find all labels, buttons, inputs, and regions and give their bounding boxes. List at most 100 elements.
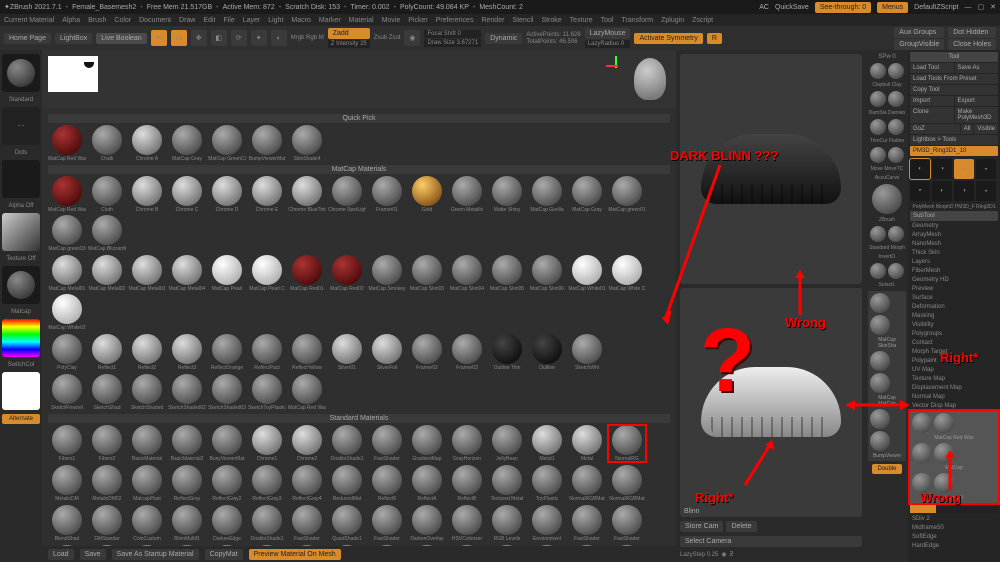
material-blendshad[interactable]: BlendShad bbox=[48, 505, 86, 542]
material-normalrg[interactable]: NormalRG bbox=[608, 425, 646, 462]
matcap-b-icon[interactable] bbox=[912, 443, 932, 463]
material-sketchtoyplastic[interactable]: SketchToyPlastic bbox=[248, 374, 286, 411]
material-reflect3[interactable]: Reflect3 bbox=[168, 334, 206, 371]
bumpvi-b-icon[interactable] bbox=[912, 473, 932, 493]
material-matcap-green01[interactable]: MatCap green01 bbox=[608, 176, 646, 213]
menu-picker[interactable]: Picker bbox=[408, 17, 427, 24]
material-jellybean[interactable]: JellyBean bbox=[488, 425, 526, 462]
zadd-button[interactable]: Zadd bbox=[328, 28, 370, 39]
bumpviewer2-icon[interactable] bbox=[870, 431, 890, 451]
material-fastshader[interactable]: FastShader bbox=[288, 505, 326, 542]
material-slot[interactable] bbox=[2, 266, 40, 304]
menu-document[interactable]: Document bbox=[139, 17, 171, 24]
saveas-startup-button[interactable]: Save As Startup Material bbox=[112, 549, 199, 560]
material-bunyviewermat[interactable]: BunyViewerMat bbox=[208, 425, 246, 462]
menu-alpha[interactable]: Alpha bbox=[62, 17, 80, 24]
material-reflectgray2[interactable]: ReflectGray2 bbox=[208, 465, 246, 502]
material-gradientmap[interactable]: GradientMap bbox=[408, 425, 446, 462]
sdiv-slider[interactable] bbox=[910, 505, 998, 513]
delete-cam-button[interactable]: Delete bbox=[726, 521, 756, 532]
lazymouse-button[interactable]: LazyMouse bbox=[585, 28, 631, 39]
movetc-brush[interactable] bbox=[888, 147, 904, 163]
material-environment[interactable]: Environment bbox=[528, 505, 566, 542]
material-metalicdm[interactable]: MetalicDM bbox=[48, 465, 86, 502]
material-darkenedge[interactable]: DarkenEdge bbox=[208, 505, 246, 542]
panel-normal-map[interactable]: Normal Map bbox=[910, 393, 998, 401]
material-fibers2[interactable]: Fibers2 bbox=[88, 425, 126, 462]
panel-vector-disp-map[interactable]: Vector Disp Map bbox=[910, 402, 998, 410]
mrgb-button[interactable]: Mrgb bbox=[291, 35, 305, 41]
material-rgb-levels[interactable]: RGB Levels bbox=[488, 505, 526, 542]
gizmo-icon[interactable]: ✦ bbox=[251, 30, 267, 46]
menu-marker[interactable]: Marker bbox=[319, 17, 341, 24]
menu-preferences[interactable]: Preferences bbox=[436, 17, 474, 24]
document-area[interactable] bbox=[42, 50, 676, 108]
material-chrome-c[interactable]: Chrome C bbox=[168, 176, 206, 213]
menu-render[interactable]: Render bbox=[481, 17, 504, 24]
material-reflectgray3[interactable]: ReflectGray3 bbox=[248, 465, 286, 502]
focalshift-value[interactable]: 0 bbox=[458, 31, 461, 37]
material-sketchwhi[interactable]: SketchWhi bbox=[568, 334, 606, 371]
flatten-brush[interactable] bbox=[888, 119, 904, 135]
zbrush-brush[interactable] bbox=[872, 184, 902, 214]
material-matcap-gray[interactable]: MatCap Gray bbox=[568, 176, 606, 213]
menu-movie[interactable]: Movie bbox=[382, 17, 401, 24]
right-matpick-1[interactable]: MatCap SkinSha MatCap MatCap BumpViewer bbox=[868, 291, 906, 461]
home-page-button[interactable]: Home Page bbox=[4, 33, 51, 44]
menu-stroke[interactable]: Stroke bbox=[541, 17, 561, 24]
sculptris-icon[interactable]: ◐ bbox=[271, 30, 287, 46]
lazyradius-value[interactable]: 0 bbox=[621, 41, 624, 47]
secondary-color-slot[interactable] bbox=[2, 372, 40, 410]
material-framer02[interactable]: Framer02 bbox=[408, 334, 446, 371]
damian-brush[interactable] bbox=[888, 91, 904, 107]
material-sketchshad[interactable]: SketchShad bbox=[88, 374, 126, 411]
material-chrome1[interactable]: Chrome1 bbox=[248, 425, 286, 462]
color-picker-slot[interactable] bbox=[2, 319, 40, 357]
material-reflectpact[interactable]: ReflectPact bbox=[248, 334, 286, 371]
material-fastshader[interactable]: FastShader bbox=[608, 505, 646, 542]
material-metal1[interactable]: Metal1 bbox=[528, 425, 566, 462]
material-reflectyellow[interactable]: ReflectYellow bbox=[288, 334, 326, 371]
material-matcap-red01[interactable]: MatCap Red01 bbox=[288, 255, 326, 292]
minimize-icon[interactable]: — bbox=[965, 4, 972, 11]
menu-tool[interactable]: Tool bbox=[601, 17, 614, 24]
menu-macro[interactable]: Macro bbox=[291, 17, 310, 24]
clay-brush[interactable] bbox=[888, 63, 904, 79]
matcap-mat-icon[interactable] bbox=[870, 351, 890, 371]
preview-material-button[interactable]: Preview Material On Mesh bbox=[249, 549, 341, 560]
menus-button[interactable]: Menus bbox=[877, 2, 908, 13]
live-boolean-button[interactable]: Live Boolean bbox=[96, 33, 146, 44]
material-silverfoil[interactable]: SilverFoil bbox=[368, 334, 406, 371]
menu-texture[interactable]: Texture bbox=[570, 17, 593, 24]
standard-brush[interactable] bbox=[870, 226, 886, 242]
tool-thumb-3[interactable]: ▭ bbox=[954, 159, 974, 179]
material-reflecta[interactable]: ReflectA bbox=[408, 465, 446, 502]
material-matcap-blizzardc[interactable]: MatCap BlizzardC bbox=[88, 215, 126, 252]
menu-zscript[interactable]: Zscript bbox=[692, 17, 713, 24]
tool-thumb-4[interactable]: ◒ bbox=[976, 159, 996, 179]
material-reducedmat[interactable]: ReducedMat bbox=[328, 465, 366, 502]
goz-button[interactable]: GoZ bbox=[910, 124, 960, 134]
material-basicmaterial[interactable]: BasicMaterial bbox=[128, 425, 166, 462]
material-normalrgbmat[interactable]: NormalRGBMat bbox=[608, 465, 646, 502]
material-silver01[interactable]: Silver01 bbox=[328, 334, 366, 371]
panel-nanomesh[interactable]: NanoMesh bbox=[910, 240, 998, 248]
material-sketchshaded03[interactable]: SketchShaded03 bbox=[208, 374, 246, 411]
material-doubleshade1[interactable]: DoubleShade1 bbox=[248, 505, 286, 542]
activate-symmetry-button[interactable]: Activate Symmetry bbox=[634, 33, 702, 44]
material-blinnmultif1[interactable]: BlinnMultif1 bbox=[168, 505, 206, 542]
material-matcapplast[interactable]: MatcapPlast bbox=[128, 465, 166, 502]
material-toyplastic[interactable]: ToyPlastic bbox=[528, 465, 566, 502]
quicksave-button[interactable]: QuickSave bbox=[775, 4, 809, 11]
panel-uv-map[interactable]: UV Map bbox=[910, 366, 998, 374]
zintensity-value[interactable]: 25 bbox=[360, 41, 367, 47]
loadpreset-button[interactable]: Load Tools From Preset bbox=[910, 74, 998, 84]
stroke-slot[interactable]: ⋯ bbox=[2, 107, 40, 145]
material-matcap-skin05[interactable]: MatCap Skin05 bbox=[488, 255, 526, 292]
material-matcap-greencl[interactable]: MatCap GreenCl bbox=[208, 125, 246, 162]
material-gold[interactable]: Gold bbox=[408, 176, 446, 213]
material-matcap-white-c[interactable]: MatCap White C bbox=[608, 255, 646, 292]
material-chrome-d[interactable]: Chrome D bbox=[208, 176, 246, 213]
menu-edit[interactable]: Edit bbox=[203, 17, 215, 24]
close-icon[interactable]: ✕ bbox=[990, 3, 996, 11]
